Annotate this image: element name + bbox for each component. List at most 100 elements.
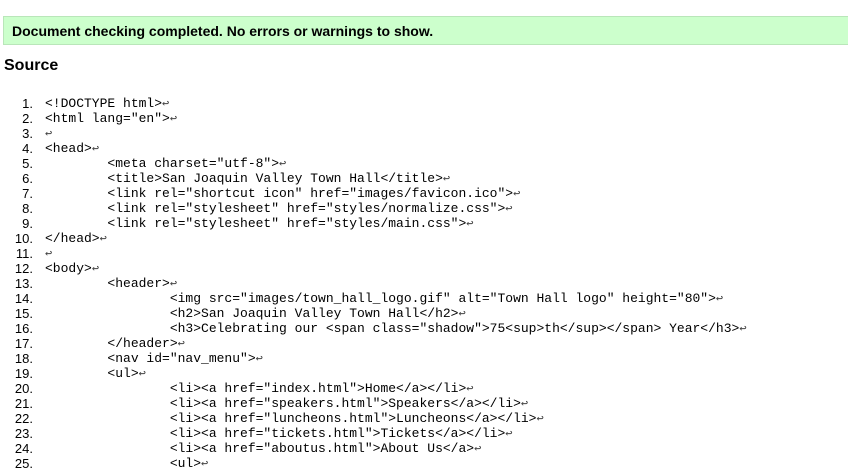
source-line: 25. <ul>↩	[0, 456, 848, 471]
source-line: 20. <li><a href="index.html">Home</a></l…	[0, 381, 848, 396]
source-line: 24. <li><a href="aboutus.html">About Us<…	[0, 441, 848, 456]
source-line: 11. ↩	[0, 246, 848, 261]
source-line: 21. <li><a href="speakers.html">Speakers…	[0, 396, 848, 411]
source-code: <head>↩	[45, 141, 100, 156]
line-number: 21.	[14, 396, 33, 411]
line-number: 11.	[15, 246, 33, 261]
source-code: <html lang="en">↩	[45, 111, 178, 126]
source-code: <li><a href="aboutus.html">About Us</a>↩	[45, 441, 482, 456]
source-code: <li><a href="luncheons.html">Luncheons</…	[45, 411, 544, 426]
newline-icon: ↩	[45, 127, 53, 141]
source-code: ↩	[45, 246, 52, 262]
line-number: 3.	[22, 126, 33, 141]
source-line: 14. <img src="images/town_hall_logo.gif"…	[0, 291, 848, 306]
newline-icon: ↩	[91, 142, 100, 156]
newline-icon: ↩	[177, 337, 185, 351]
line-number: 20.	[14, 381, 33, 396]
line-number: 2.	[22, 111, 33, 126]
source-code: <link rel="stylesheet" href="styles/main…	[45, 216, 474, 231]
source-line: 5. <meta charset="utf-8">↩	[0, 156, 848, 171]
source-line: 6. <title>San Joaquin Valley Town Hall</…	[0, 171, 848, 186]
newline-icon: ↩	[715, 292, 724, 306]
source-code: </header>↩	[45, 336, 185, 351]
source-listing: 1. <!DOCTYPE html>↩ 2. <html lang="en">↩ 3. ↩…	[0, 96, 848, 471]
source-code: </head>↩	[45, 231, 107, 246]
source-line: 22. <li><a href="luncheons.html">Luncheo…	[0, 411, 848, 426]
source-line: 10. </head>↩	[0, 231, 848, 246]
source-code: <title>San Joaquin Valley Town Hall</tit…	[45, 171, 451, 186]
source-line: 8. <link rel="stylesheet" href="styles/n…	[0, 201, 848, 216]
source-heading: Source	[4, 57, 59, 74]
line-number: 24.	[14, 441, 33, 456]
newline-icon: ↩	[466, 382, 474, 396]
newline-icon: ↩	[442, 172, 451, 186]
source-code: <h3>Celebrating our <span class="shadow"…	[45, 321, 747, 336]
newline-icon: ↩	[201, 457, 209, 471]
line-number: 4.	[22, 141, 33, 156]
newline-icon: ↩	[466, 217, 474, 231]
source-line: 4. <head>↩	[0, 141, 848, 156]
source-code: <link rel="stylesheet" href="styles/norm…	[45, 201, 513, 216]
newline-icon: ↩	[169, 112, 178, 126]
line-number: 18.	[14, 351, 33, 366]
newline-icon: ↩	[169, 277, 178, 291]
source-code: <img src="images/town_hall_logo.gif" alt…	[45, 291, 724, 306]
source-code: <body>↩	[45, 261, 100, 276]
line-number: 7.	[22, 186, 33, 201]
line-number: 17.	[14, 336, 33, 351]
source-line: 2. <html lang="en">↩	[0, 111, 848, 126]
source-line: 9. <link rel="stylesheet" href="styles/m…	[0, 216, 848, 231]
source-line: 23. <li><a href="tickets.html">Tickets</…	[0, 426, 848, 441]
line-number: 8.	[22, 201, 33, 216]
source-code: <li><a href="tickets.html">Tickets</a></…	[45, 426, 513, 441]
source-line: 3. ↩	[0, 126, 848, 141]
newline-icon: ↩	[91, 262, 100, 276]
newline-icon: ↩	[99, 232, 107, 246]
newline-icon: ↩	[162, 97, 170, 111]
source-line: 15. <h2>San Joaquin Valley Town Hall</h2…	[0, 306, 848, 321]
newline-icon: ↩	[458, 307, 466, 321]
source-line: 1. <!DOCTYPE html>↩	[0, 96, 848, 111]
line-number: 15.	[14, 306, 33, 321]
line-number: 13.	[14, 276, 33, 291]
source-code: <!DOCTYPE html>↩	[45, 96, 170, 111]
line-number: 19.	[14, 366, 33, 381]
newline-icon: ↩	[279, 157, 287, 171]
line-number: 23.	[14, 426, 33, 441]
newline-icon: ↩	[474, 442, 482, 456]
source-line: 7. <link rel="shortcut icon" href="image…	[0, 186, 848, 201]
line-number: 25.	[14, 456, 33, 471]
newline-icon: ↩	[45, 247, 53, 261]
newline-icon: ↩	[513, 187, 521, 201]
source-line: 19. <ul>↩	[0, 366, 848, 381]
source-line: 17. </header>↩	[0, 336, 848, 351]
source-line: 12. <body>↩	[0, 261, 848, 276]
line-number: 5.	[22, 156, 33, 171]
source-code: <li><a href="speakers.html">Speakers</a>…	[45, 396, 529, 411]
newline-icon: ↩	[520, 397, 529, 411]
newline-icon: ↩	[505, 427, 513, 441]
line-number: 22.	[14, 411, 33, 426]
line-number: 9.	[22, 216, 33, 231]
newline-icon: ↩	[138, 367, 146, 381]
source-code: ↩	[45, 126, 52, 142]
source-line: 13. <header>↩	[0, 276, 848, 291]
newline-icon: ↩	[255, 352, 263, 366]
source-code: <nav id="nav_menu">↩	[45, 351, 263, 366]
line-number: 10.	[14, 231, 33, 246]
newline-icon: ↩	[536, 412, 544, 426]
source-code: <ul>↩	[45, 366, 146, 381]
source-code: <meta charset="utf-8">↩	[45, 156, 287, 171]
source-code: <li><a href="index.html">Home</a></li>↩	[45, 381, 474, 396]
line-number: 12.	[14, 261, 33, 276]
source-code: <header>↩	[45, 276, 178, 291]
newline-icon: ↩	[739, 322, 747, 336]
source-line: 16. <h3>Celebrating our <span class="sha…	[0, 321, 848, 336]
source-code: <h2>San Joaquin Valley Town Hall</h2>↩	[45, 306, 466, 321]
source-line: 18. <nav id="nav_menu">↩	[0, 351, 848, 366]
source-code: <link rel="shortcut icon" href="images/f…	[45, 186, 521, 201]
success-message: Document checking completed. No errors o…	[3, 16, 848, 45]
line-number: 6.	[22, 171, 33, 186]
line-number: 1.	[22, 96, 33, 111]
newline-icon: ↩	[505, 202, 513, 216]
